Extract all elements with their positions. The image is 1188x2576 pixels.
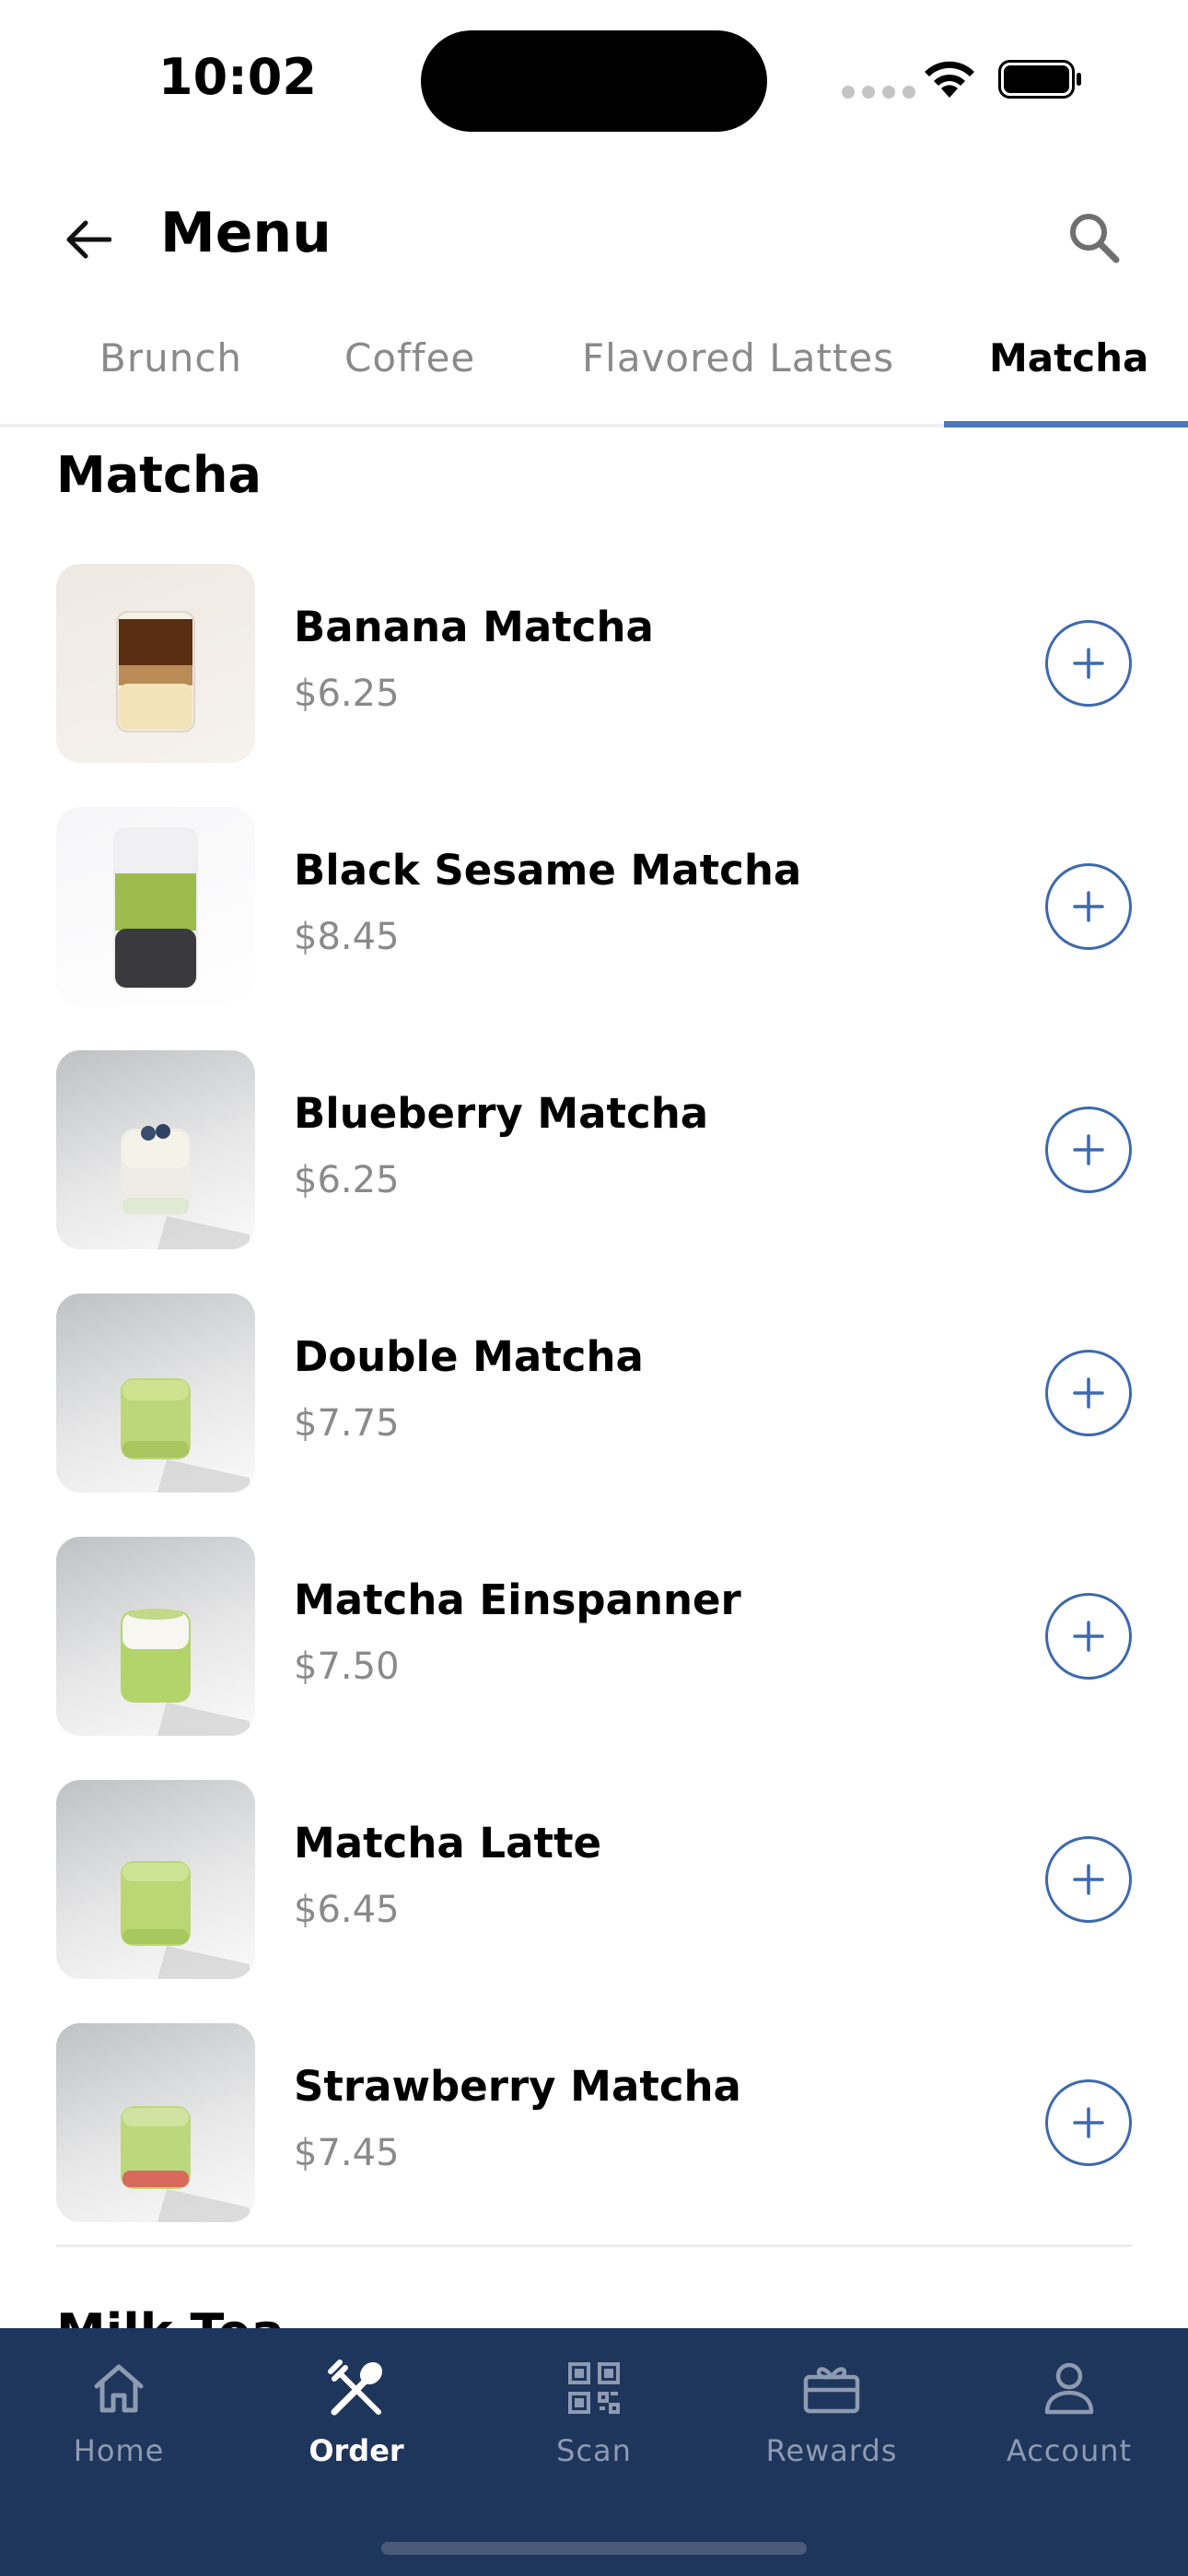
nav-label: Rewards [765, 2433, 898, 2468]
product-image [56, 807, 255, 1006]
menu-item[interactable]: Blueberry Matcha $6.25 [56, 1050, 1132, 1249]
product-image [56, 1537, 255, 1736]
bottom-navigation: Home Order Scan Rewards Account [0, 2328, 1188, 2576]
search-icon [1070, 214, 1120, 263]
cellular-signal-icon [842, 86, 915, 99]
menu-item[interactable]: Matcha Latte $6.45 [56, 1780, 1132, 1979]
menu-item[interactable]: Matcha Einspanner $7.50 [56, 1537, 1132, 1736]
category-tabs: Brunch Coffee Flavored Lattes Matcha [0, 319, 1188, 427]
item-name: Banana Matcha [294, 603, 654, 651]
item-name: Blueberry Matcha [294, 1089, 709, 1138]
menu-item[interactable]: Black Sesame Matcha $8.45 [56, 807, 1132, 1006]
arrow-left-icon [66, 220, 111, 259]
active-tab-indicator [944, 421, 1188, 427]
item-price: $7.45 [294, 2132, 400, 2174]
home-icon [87, 2356, 151, 2420]
menu-item[interactable]: Strawberry Matcha $7.45 [56, 2023, 1132, 2222]
person-icon [1037, 2356, 1101, 2420]
status-bar: 10:02 [0, 0, 1188, 157]
gift-card-icon [799, 2356, 864, 2420]
nav-rewards[interactable]: Rewards [730, 2356, 933, 2468]
item-price: $7.50 [294, 1645, 400, 1688]
add-to-cart-button[interactable] [1045, 620, 1132, 707]
plus-icon [1073, 1134, 1104, 1165]
item-price: $7.75 [294, 1402, 400, 1445]
plus-icon [1073, 2107, 1104, 2138]
nav-account[interactable]: Account [968, 2356, 1171, 2468]
tab-flavored-lattes[interactable]: Flavored Lattes [582, 335, 894, 381]
item-name: Matcha Latte [294, 1819, 601, 1868]
product-image [56, 1050, 255, 1249]
item-price: $8.45 [294, 916, 400, 958]
product-image [56, 2023, 255, 2222]
plus-icon [1073, 648, 1104, 679]
section-divider [56, 2244, 1132, 2247]
item-name: Double Matcha [294, 1332, 644, 1381]
search-button[interactable] [1059, 203, 1129, 273]
plus-icon [1073, 891, 1104, 922]
fork-knife-icon [324, 2356, 389, 2420]
dynamic-island [421, 30, 767, 132]
product-image [56, 1780, 255, 1979]
section-title: Matcha [56, 446, 262, 504]
back-button[interactable] [55, 207, 120, 272]
home-indicator [381, 2542, 807, 2555]
item-name: Black Sesame Matcha [294, 846, 802, 895]
nav-home[interactable]: Home [17, 2356, 220, 2468]
item-name: Matcha Einspanner [294, 1575, 741, 1624]
header: Menu [0, 157, 1188, 313]
plus-icon [1073, 1377, 1104, 1409]
item-price: $6.45 [294, 1889, 400, 1931]
menu-item[interactable]: Banana Matcha $6.25 [56, 564, 1132, 763]
nav-order[interactable]: Order [255, 2356, 458, 2468]
menu-item[interactable]: Double Matcha $7.75 [56, 1294, 1132, 1493]
add-to-cart-button[interactable] [1045, 1593, 1132, 1680]
product-image [56, 1294, 255, 1493]
tab-brunch[interactable]: Brunch [99, 335, 242, 381]
battery-icon [998, 60, 1081, 99]
add-to-cart-button[interactable] [1045, 2079, 1132, 2166]
nav-label: Home [73, 2433, 165, 2468]
nav-scan[interactable]: Scan [493, 2356, 695, 2468]
add-to-cart-button[interactable] [1045, 863, 1132, 950]
add-to-cart-button[interactable] [1045, 1836, 1132, 1923]
nav-label: Scan [556, 2433, 632, 2468]
add-to-cart-button[interactable] [1045, 1107, 1132, 1193]
plus-icon [1073, 1864, 1104, 1895]
tab-matcha[interactable]: Matcha [989, 335, 1148, 381]
qr-code-icon [562, 2356, 626, 2420]
plus-icon [1073, 1621, 1104, 1652]
item-price: $6.25 [294, 673, 400, 715]
nav-label: Order [309, 2433, 404, 2468]
add-to-cart-button[interactable] [1045, 1350, 1132, 1436]
tab-coffee[interactable]: Coffee [344, 335, 475, 381]
nav-label: Account [1006, 2433, 1133, 2468]
item-name: Strawberry Matcha [294, 2062, 741, 2111]
wifi-icon [925, 61, 974, 98]
product-image [56, 564, 255, 763]
page-title: Menu [160, 201, 332, 265]
status-time: 10:02 [158, 48, 317, 106]
item-price: $6.25 [294, 1159, 400, 1201]
